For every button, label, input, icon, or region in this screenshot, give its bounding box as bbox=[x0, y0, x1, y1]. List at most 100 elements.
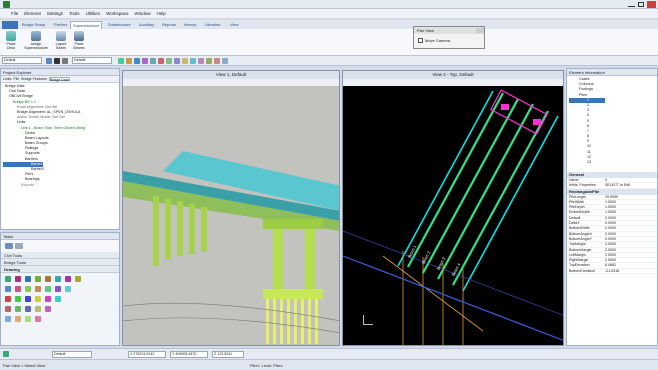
maximize-button[interactable] bbox=[638, 2, 644, 7]
property-value[interactable]: SELECT to Edit bbox=[605, 183, 657, 187]
property-value[interactable]: 2.5000 bbox=[605, 253, 657, 257]
tab-view[interactable]: View bbox=[228, 21, 241, 29]
scale-tool-icon[interactable] bbox=[35, 296, 41, 302]
extend-tool-icon[interactable] bbox=[45, 286, 51, 292]
tab-superstructure[interactable]: Superstructure bbox=[70, 21, 103, 29]
undo-icon[interactable] bbox=[214, 58, 220, 64]
copy-icon[interactable] bbox=[166, 58, 172, 64]
fence-icon[interactable] bbox=[142, 58, 148, 64]
line-style-icon[interactable] bbox=[54, 58, 60, 64]
copy-tool-icon[interactable] bbox=[15, 296, 21, 302]
color-icon[interactable] bbox=[46, 58, 52, 64]
tab-libraries[interactable]: Libraries bbox=[203, 21, 222, 29]
array-tool-icon[interactable] bbox=[55, 296, 61, 302]
task-home-icon[interactable] bbox=[5, 243, 13, 249]
hatch-tool-icon[interactable] bbox=[15, 286, 21, 292]
select-icon[interactable] bbox=[134, 58, 140, 64]
redo-icon[interactable] bbox=[222, 58, 228, 64]
menu-element[interactable]: Element bbox=[21, 9, 44, 18]
y-coordinate-field[interactable]: Y 499005.9470 bbox=[170, 351, 208, 358]
cell-tool-icon[interactable] bbox=[75, 276, 81, 282]
accudraw-icon[interactable] bbox=[126, 58, 132, 64]
menu-workspace[interactable]: Workspace bbox=[103, 9, 131, 18]
offset-tool-icon[interactable] bbox=[35, 306, 41, 312]
chamfer-tool-icon[interactable] bbox=[65, 286, 71, 292]
move-tool-icon[interactable] bbox=[5, 296, 11, 302]
pan-view-close-button[interactable] bbox=[476, 28, 484, 33]
menu-help[interactable]: Help bbox=[154, 9, 169, 18]
property-value[interactable]: 2.5000 bbox=[605, 258, 657, 262]
level-select[interactable]: Default bbox=[2, 57, 42, 64]
property-value[interactable]: 29.9999 bbox=[605, 195, 657, 199]
property-value[interactable]: 1.5000 bbox=[605, 210, 657, 214]
move-camera-option[interactable]: Move Camera bbox=[418, 38, 450, 43]
close-button[interactable] bbox=[647, 1, 656, 8]
property-value[interactable]: 8.4682 bbox=[605, 263, 657, 267]
trim-tool-icon[interactable] bbox=[35, 286, 41, 292]
property-value[interactable]: 0.0000 bbox=[605, 237, 657, 241]
arc-tool-icon[interactable] bbox=[15, 276, 21, 282]
mirror-tool-icon[interactable] bbox=[45, 296, 51, 302]
property-value[interactable]: 1.5000 bbox=[605, 200, 657, 204]
join-tool-icon[interactable] bbox=[25, 306, 31, 312]
place-deck-button[interactable]: Place Deck bbox=[2, 31, 20, 54]
section-bridge-tools[interactable]: Bridge Tools bbox=[1, 259, 119, 266]
group-tool-icon[interactable] bbox=[15, 316, 21, 322]
menu-settings[interactable]: Settings bbox=[44, 9, 66, 18]
menu-tools[interactable]: Tools bbox=[66, 9, 83, 18]
task-list-icon[interactable] bbox=[15, 243, 23, 249]
tab-bridge-setup[interactable]: Bridge Setup bbox=[20, 21, 47, 29]
tab-prelims[interactable]: Prelims bbox=[52, 21, 69, 29]
fillet-tool-icon[interactable] bbox=[55, 286, 61, 292]
tab-interop[interactable]: Interop bbox=[182, 21, 198, 29]
property-value[interactable]: 0.0000 bbox=[605, 232, 657, 236]
section-civil-tools[interactable]: Civil Tools bbox=[1, 252, 119, 259]
line-tool-icon[interactable] bbox=[5, 276, 11, 282]
property-value[interactable]: 0 bbox=[605, 178, 657, 182]
rotate-tool-icon[interactable] bbox=[25, 296, 31, 302]
property-value[interactable]: -21.5318 bbox=[605, 269, 657, 273]
tab-file[interactable]: File bbox=[13, 77, 19, 81]
curve-tool-icon[interactable] bbox=[45, 276, 51, 282]
fill-tool-icon[interactable] bbox=[5, 286, 11, 292]
place-beams-button[interactable]: Place Beams bbox=[70, 31, 88, 54]
stretch-tool-icon[interactable] bbox=[45, 306, 51, 312]
element-tree-item[interactable]: 13 bbox=[569, 160, 655, 165]
measure-tool-icon[interactable] bbox=[5, 316, 11, 322]
drop-tool-icon[interactable] bbox=[25, 316, 31, 322]
property-value[interactable]: 1.5000 bbox=[605, 205, 657, 209]
polygon-tool-icon[interactable] bbox=[35, 276, 41, 282]
property-value[interactable]: 0.0000 bbox=[605, 226, 657, 230]
assign-superstructure-button[interactable]: Assign Superstructure bbox=[24, 31, 48, 54]
property-value[interactable]: 0.0000 bbox=[605, 216, 657, 220]
layout-beam-button[interactable]: Layout Beam bbox=[52, 31, 70, 54]
move-camera-checkbox[interactable] bbox=[418, 38, 423, 43]
mirror-icon[interactable] bbox=[198, 58, 204, 64]
delete-icon[interactable] bbox=[158, 58, 164, 64]
property-value[interactable]: 2.5000 bbox=[605, 242, 657, 246]
scale-icon[interactable] bbox=[190, 58, 196, 64]
line-weight-icon[interactable] bbox=[62, 58, 68, 64]
modify-tool-icon[interactable] bbox=[5, 306, 11, 312]
tab-auxiliary[interactable]: Auxiliary bbox=[137, 21, 156, 29]
backstage-button[interactable] bbox=[2, 21, 18, 29]
move-icon[interactable] bbox=[174, 58, 180, 64]
element-tree-item[interactable]: Piles bbox=[569, 93, 655, 98]
measure-icon[interactable] bbox=[150, 58, 156, 64]
snap-icon[interactable] bbox=[118, 58, 124, 64]
z-coordinate-field[interactable]: Z 123.5241 bbox=[212, 351, 244, 358]
break-tool-icon[interactable] bbox=[15, 306, 21, 312]
view-2[interactable]: View 2 - Top, Default Beam 1 Beam 2 Beam… bbox=[342, 70, 564, 346]
active-level-select[interactable]: Default bbox=[52, 351, 92, 358]
view-1[interactable]: View 1, Default bbox=[122, 70, 340, 346]
tab-reports[interactable]: Reports bbox=[160, 21, 178, 29]
dimension-tool-icon[interactable] bbox=[65, 276, 71, 282]
tab-substructure[interactable]: Substructure bbox=[106, 21, 133, 29]
tab-bridge-data[interactable]: Bridge Data bbox=[48, 77, 70, 82]
text-tool-icon[interactable] bbox=[55, 276, 61, 282]
tree-item[interactable]: Reports bbox=[3, 183, 117, 188]
tab-links[interactable]: Links bbox=[3, 77, 11, 81]
property-value[interactable]: 0.0000 bbox=[605, 221, 657, 225]
array-icon[interactable] bbox=[206, 58, 212, 64]
section-drawing[interactable]: Drawing bbox=[1, 266, 119, 273]
